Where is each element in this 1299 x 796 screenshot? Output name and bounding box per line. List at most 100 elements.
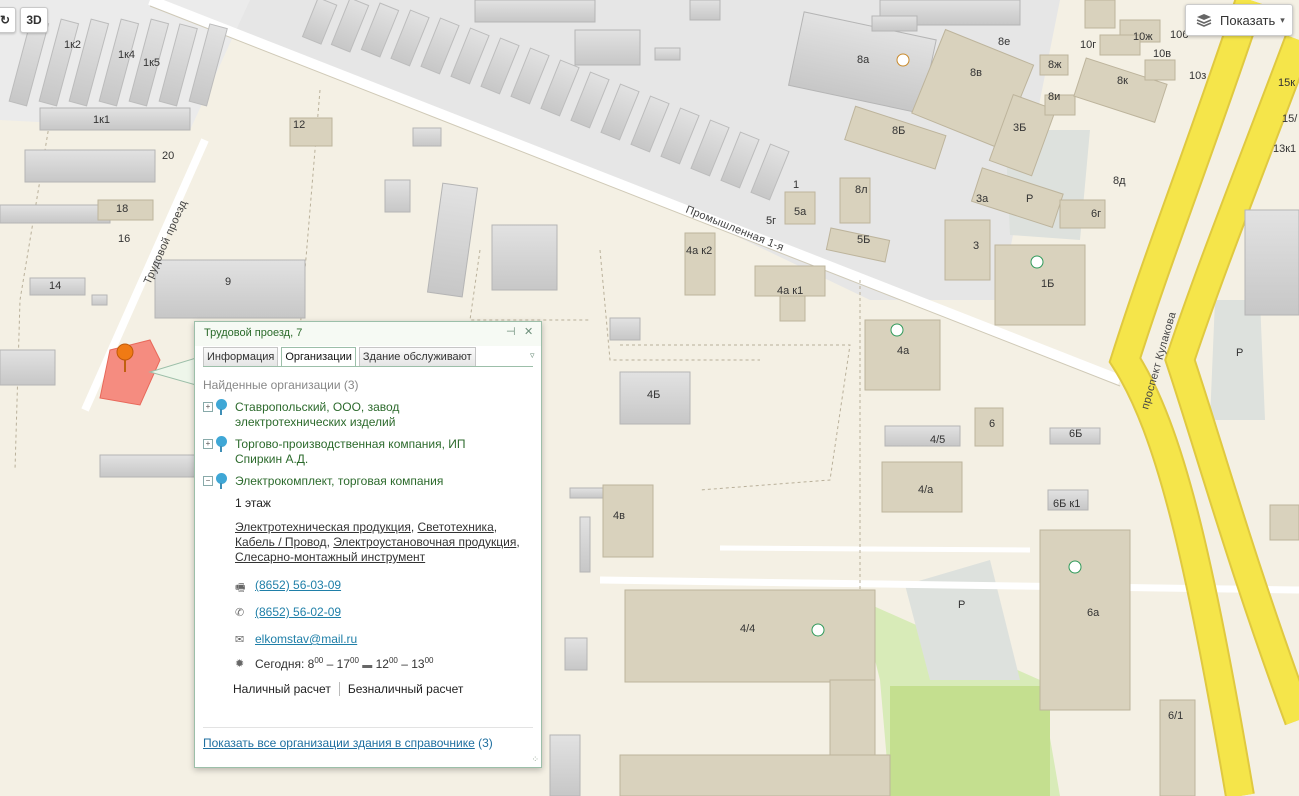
building-label: 8е (998, 36, 1010, 48)
map-pin-icon (216, 399, 227, 415)
building-label: 12 (293, 119, 305, 131)
road-lower-2 (719, 545, 1031, 553)
payment-cashless: Безналичный расчет (338, 682, 463, 696)
org-name[interactable]: Ставропольский, ООО, завод электротехнич… (235, 400, 505, 430)
pin-icon[interactable]: ⊣ (506, 325, 516, 338)
building-label: 6Б (1069, 428, 1082, 440)
balloon-title: Трудовой проезд, 7 (204, 327, 303, 339)
email-link[interactable]: elkomstav@mail.ru (255, 632, 357, 646)
building-label: 5Б (857, 234, 870, 246)
map-pin-icon (216, 473, 227, 489)
layers-label: Показать (1220, 12, 1276, 28)
restaurant-icon (896, 53, 910, 67)
building-label: 15/ (1282, 113, 1298, 125)
layers-button[interactable]: Показать ▾ (1185, 4, 1293, 36)
show-all-orgs-text[interactable]: Показать все организации здания в справо… (203, 736, 475, 750)
building-label: 8л (855, 184, 868, 196)
park-lawn (890, 686, 1050, 796)
found-orgs-header: Найденные организации (3) (203, 378, 359, 392)
building-label: 8Б (892, 125, 905, 137)
building-label: 4/4 (740, 623, 755, 635)
building-label: 8и (1048, 91, 1060, 103)
building-label: 15к (1278, 77, 1295, 89)
building-label: 5а (794, 206, 807, 218)
building-label: 4в (613, 510, 625, 522)
category-link[interactable]: Кабель / Провод (235, 535, 327, 549)
clock-icon: ✹ (235, 658, 245, 670)
building-label: 1к5 (143, 57, 160, 69)
building-label: 10ж (1133, 31, 1153, 43)
org-categories: Электротехническая продукция, Светотехни… (235, 520, 520, 564)
org-name[interactable]: Торгово-производственная компания, ИП Сп… (235, 437, 505, 467)
building-label: 8д (1113, 175, 1126, 187)
3d-button[interactable]: 3D (20, 7, 48, 33)
phone-icon: ✆ (235, 607, 245, 619)
collapse-icon[interactable]: − (203, 476, 213, 486)
tab-info[interactable]: Информация (203, 347, 279, 366)
building-label: 9 (225, 276, 231, 288)
org-floor: 1 этаж (235, 496, 271, 510)
building-label: 13к1 (1273, 143, 1296, 155)
layers-icon (1196, 14, 1212, 27)
building-label: 5г (766, 215, 776, 227)
building-label: 8ж (1048, 59, 1062, 71)
building-label: 10г (1080, 39, 1096, 51)
map-pin-icon (216, 436, 227, 452)
building-label: 8а (857, 54, 870, 66)
parking-label: Р (958, 599, 965, 611)
balloon-tabs: Информация Организации Здание обслуживаю… (203, 347, 476, 367)
category-link[interactable]: Светотехника (418, 520, 494, 534)
building-label: 6 (989, 418, 995, 430)
phone-link[interactable]: (8652) 56-02-09 (255, 605, 341, 619)
payment-methods: Наличный расчет Безналичный расчет (233, 682, 463, 696)
bank-icon (811, 623, 825, 637)
resize-grip-icon[interactable]: ⁘ (531, 754, 539, 765)
hours-value: Сегодня: 800 – 1700 ▬ 1200 – 1300 (255, 656, 434, 671)
coffee-break-icon: ▬ (362, 660, 373, 671)
building-label: 10з (1189, 70, 1206, 82)
tabs-dropdown-icon[interactable]: ▿ (530, 350, 535, 361)
email-icon: ✉ (235, 634, 245, 646)
category-link[interactable]: Электроустановочная продукция (333, 535, 516, 549)
tab-organizations[interactable]: Организации (281, 347, 356, 367)
building-label: 4а к2 (686, 245, 712, 257)
info-balloon: Трудовой проезд, 7 ⊣ ✕ Информация Органи… (194, 321, 542, 768)
building-label: 18 (116, 203, 128, 215)
expand-icon[interactable]: + (203, 402, 213, 412)
building-label: 1к1 (93, 114, 110, 126)
org-name[interactable]: Электрокомплект, торговая компания (235, 474, 505, 489)
tabs-divider (203, 366, 533, 367)
expand-icon[interactable]: + (203, 439, 213, 449)
building-label: 4/а (918, 484, 934, 496)
building-label: 14 (49, 280, 61, 292)
building-label: 10в (1153, 48, 1171, 60)
balloon-footer-divider (203, 727, 533, 728)
building-label: 16 (118, 233, 130, 245)
building-label: 4Б (647, 389, 660, 401)
building-label: 3а (976, 193, 989, 205)
parking-label: Р (1026, 193, 1033, 205)
shop-icon (890, 323, 904, 337)
close-icon[interactable]: ✕ (524, 325, 533, 338)
building-label: 3 (973, 240, 979, 252)
parking-lot-3 (1210, 300, 1265, 420)
show-all-orgs-link[interactable]: Показать все организации здания в справо… (203, 736, 493, 750)
category-link[interactable]: Электротехническая продукция (235, 520, 411, 534)
building-label: 1к4 (118, 49, 135, 61)
building-label: 8к (1117, 75, 1128, 87)
building-label: 6/1 (1168, 710, 1183, 722)
building-label: 6а (1087, 607, 1100, 619)
building-label: 1 (793, 179, 799, 191)
show-all-orgs-count: (3) (478, 736, 493, 750)
fax-link[interactable]: (8652) 56-03-09 (255, 578, 341, 592)
tab-building-service[interactable]: Здание обслуживают (358, 347, 476, 366)
building-label: 4а к1 (777, 285, 803, 297)
building-label: 3Б (1013, 122, 1026, 134)
balloon-header: Трудовой проезд, 7 ⊣ ✕ (195, 322, 541, 346)
rotate-icon[interactable]: ↻ (0, 7, 16, 33)
category-link[interactable]: Слесарно-монтажный инструмент (235, 550, 425, 564)
payment-cash: Наличный расчет (233, 682, 331, 696)
fax-icon: 🖷 (235, 582, 246, 594)
building-label: 4/5 (930, 434, 945, 446)
building-label: 20 (162, 150, 174, 162)
